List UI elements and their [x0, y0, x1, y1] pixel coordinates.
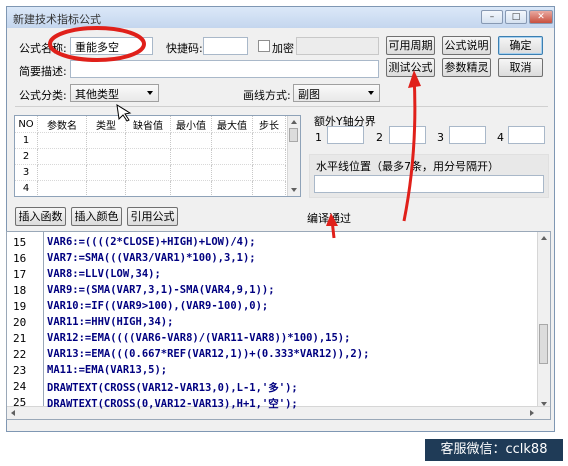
code-line[interactable]: VAR7:=SMA(((VAR3/VAR1)*100),3,1); [47, 252, 256, 264]
close-icon: ✕ [537, 12, 545, 22]
line-number: 19 [13, 300, 27, 313]
insert-color-button[interactable]: 插入颜色 [71, 207, 122, 226]
line-number: 20 [13, 316, 27, 329]
category-label: 公式分类: [19, 89, 67, 102]
hotkey-label: 快捷码: [166, 42, 203, 55]
editor-vertical-scrollbar[interactable] [537, 232, 550, 408]
window-title: 新建技术指标公式 [13, 13, 101, 26]
code-line[interactable]: MA11:=EMA(VAR13,5); [47, 364, 167, 376]
minimize-icon: – [489, 12, 495, 22]
scroll-left-icon[interactable] [11, 410, 15, 416]
line-number: 21 [13, 332, 27, 345]
scroll-up-icon[interactable] [291, 120, 297, 124]
chevron-down-icon [368, 91, 374, 95]
code-line[interactable]: VAR10:=IF((VAR9>100),(VAR9-100),0); [47, 300, 268, 312]
category-select[interactable]: 其他类型 [70, 84, 159, 102]
formula-help-button[interactable]: 公式说明 [442, 36, 491, 55]
insert-function-button[interactable]: 插入函数 [15, 207, 66, 226]
params-table[interactable]: NO 参数名 类型 缺省值 最小值 最大值 步长 1 2 3 4 [14, 115, 301, 197]
code-editor[interactable]: 15 VAR6:=((((2*CLOSE)+HIGH)+LOW)/4); 16 VAR… [6, 231, 551, 420]
code-line[interactable]: VAR11:=HHV(HIGH,34); [47, 316, 173, 328]
watermark-badge: 客服微信：cclk88 [425, 439, 563, 461]
code-line[interactable]: DRAWTEXT(CROSS(0,VAR12-VAR13),H+1,'空'); [47, 396, 298, 411]
col-header-step: 步长 [252, 116, 286, 133]
scroll-right-icon[interactable] [530, 410, 534, 416]
title-bar[interactable]: 新建技术指标公式 – □ ✕ [7, 7, 554, 28]
description-input[interactable] [70, 60, 379, 78]
encrypt-checkbox[interactable] [258, 40, 270, 52]
ok-button[interactable]: 确定 [498, 36, 543, 55]
maximize-button[interactable]: □ [505, 10, 527, 24]
yaxis-input-3[interactable] [449, 126, 486, 144]
cancel-button[interactable]: 取消 [498, 58, 543, 77]
params-scrollbar[interactable] [287, 116, 300, 196]
col-header-no: NO [15, 116, 38, 133]
table-row[interactable]: 4 [15, 180, 286, 196]
draw-mode-label: 画线方式: [243, 89, 291, 102]
line-number: 22 [13, 348, 27, 361]
yaxis-slot-1-label: 1 [315, 131, 322, 144]
close-button[interactable]: ✕ [529, 10, 553, 24]
table-row[interactable]: 1 [15, 132, 286, 149]
compile-status: 编译通过 [307, 212, 351, 225]
code-line[interactable]: VAR9:=(SMA(VAR7,3,1)-SMA(VAR4,9,1)); [47, 284, 275, 296]
description-label: 简要描述: [19, 65, 67, 78]
reference-formula-button[interactable]: 引用公式 [127, 207, 178, 226]
line-number: 18 [13, 284, 27, 297]
scroll-thumb[interactable] [289, 128, 298, 142]
available-period-button[interactable]: 可用周期 [386, 36, 435, 55]
line-number: 16 [13, 252, 27, 265]
draw-mode-value: 副图 [298, 88, 320, 101]
yaxis-slot-4-label: 4 [497, 131, 504, 144]
col-header-min: 最小值 [170, 116, 212, 133]
scroll-down-icon[interactable] [291, 188, 297, 192]
line-number: 17 [13, 268, 27, 281]
draw-mode-select[interactable]: 副图 [293, 84, 380, 102]
password-input [296, 37, 379, 55]
hline-label: 水平线位置（最多7条，用分号隔开） [316, 160, 499, 173]
code-line[interactable]: VAR6:=((((2*CLOSE)+HIGH)+LOW)/4); [47, 236, 256, 248]
code-line[interactable]: DRAWTEXT(CROSS(VAR12-VAR13,0),L-1,'多'); [47, 380, 298, 395]
category-value: 其他类型 [75, 88, 119, 101]
yaxis-slot-2-label: 2 [376, 131, 383, 144]
scroll-up-icon[interactable] [541, 236, 547, 240]
col-header-max: 最大值 [211, 116, 253, 133]
encrypt-label: 加密 [272, 42, 294, 55]
col-header-param-name: 参数名 [37, 116, 87, 133]
line-number: 15 [13, 236, 27, 249]
hotkey-input[interactable] [203, 37, 248, 55]
chevron-down-icon [147, 91, 153, 95]
code-line[interactable]: VAR8:=LLV(LOW,34); [47, 268, 161, 280]
col-header-type: 类型 [86, 116, 126, 133]
line-number: 25 [13, 396, 27, 409]
maximize-icon: □ [511, 12, 521, 22]
yaxis-input-1[interactable] [327, 126, 364, 144]
param-wizard-button[interactable]: 参数精灵 [442, 58, 491, 77]
scroll-thumb[interactable] [539, 324, 548, 364]
table-row[interactable]: 2 [15, 148, 286, 165]
separator [15, 106, 548, 107]
code-line[interactable]: VAR13:=EMA(((0.667*REF(VAR12,1))+(0.333*… [47, 348, 369, 360]
yaxis-input-4[interactable] [508, 126, 545, 144]
test-formula-button[interactable]: 测试公式 [386, 58, 435, 77]
code-line[interactable]: VAR12:=EMA((((VAR6-VAR8)/(VAR11-VAR8))*1… [47, 332, 350, 344]
yaxis-slot-3-label: 3 [437, 131, 444, 144]
hline-input[interactable] [314, 175, 544, 193]
table-row[interactable]: 3 [15, 164, 286, 181]
line-number: 24 [13, 380, 27, 393]
formula-name-label: 公式名称: [19, 42, 67, 55]
minimize-button[interactable]: – [481, 10, 503, 24]
yaxis-input-2[interactable] [389, 126, 426, 144]
col-header-default: 缺省值 [125, 116, 171, 133]
formula-name-input[interactable]: 重能多空 [70, 37, 153, 55]
line-number: 23 [13, 364, 27, 377]
